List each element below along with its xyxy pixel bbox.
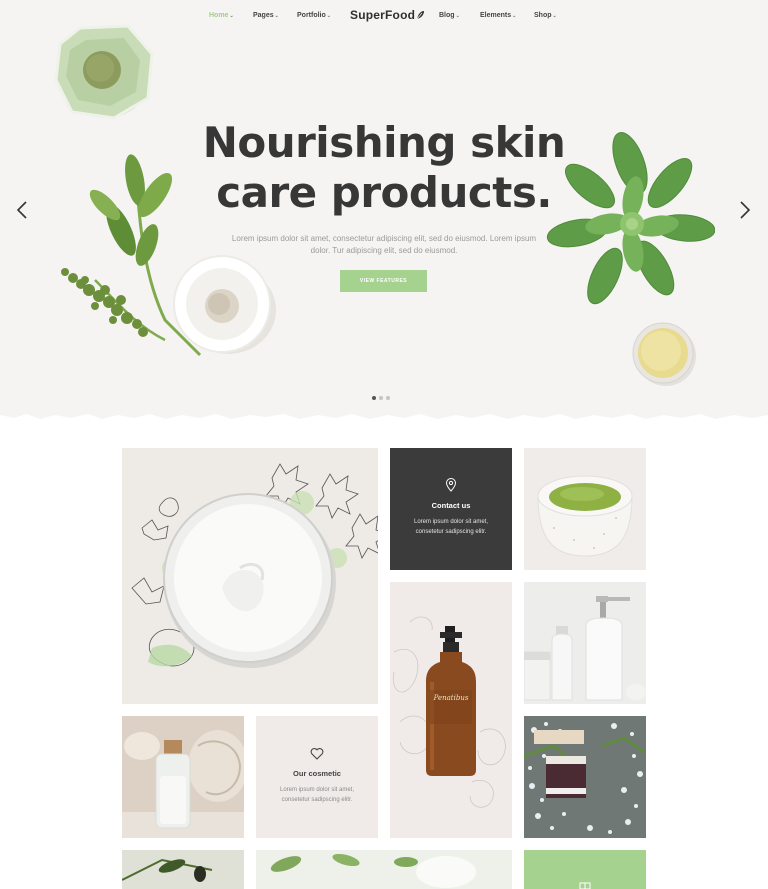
- cosmetic-bottles-tile[interactable]: [524, 582, 646, 704]
- cosmetic-bottles-image: [524, 582, 646, 704]
- cream-jar-tile[interactable]: [122, 448, 378, 704]
- matcha-bowl-image: [537, 475, 633, 557]
- gift-icon: [579, 882, 591, 889]
- chevron-down-icon: ⌄: [326, 13, 331, 19]
- nav-item-home[interactable]: Home⌄: [209, 12, 234, 19]
- salt-jar-tile[interactable]: [524, 716, 646, 838]
- torn-paper-divider: [0, 414, 768, 429]
- slider-dot[interactable]: [386, 396, 390, 400]
- green-bowl-image: [54, 24, 154, 120]
- nav-item-portfolio[interactable]: Portfolio⌄: [297, 12, 331, 19]
- slider-dot[interactable]: [372, 396, 376, 400]
- arrow-right-icon[interactable]: [735, 200, 755, 220]
- chevron-down-icon: ⌄: [274, 13, 279, 19]
- green-promo-tile[interactable]: [524, 850, 646, 889]
- olive-branch-image: [122, 858, 213, 882]
- hero-title: Nourishing skin care products.: [202, 118, 566, 217]
- contact-us-text: Lorem ipsum dolor sit amet, consetetur sa…: [413, 519, 489, 535]
- salt-jar-image: [524, 716, 646, 838]
- our-cosmetic-title: Our cosmetic: [293, 769, 341, 778]
- olive-tile[interactable]: [122, 850, 244, 889]
- amber-bottle-image: [392, 616, 506, 808]
- heart-icon: [310, 747, 324, 760]
- amber-bottle-tile[interactable]: Penatibus: [390, 582, 512, 838]
- shell-jar-tile[interactable]: [122, 716, 244, 838]
- slider-dot[interactable]: [379, 396, 383, 400]
- cream-jar-image: [131, 463, 378, 668]
- nav-item-shop[interactable]: Shop⌄: [534, 12, 557, 19]
- our-cosmetic-tile[interactable]: Our cosmetic Lorem ipsum dolor sit amet,…: [256, 716, 378, 838]
- chevron-down-icon: ⌄: [229, 13, 234, 19]
- location-pin-icon: [445, 478, 457, 492]
- nav-item-pages[interactable]: Pages⌄: [253, 12, 279, 19]
- nav-item-elements[interactable]: Elements⌄: [480, 12, 516, 19]
- contact-us-tile[interactable]: Contact us Lorem ipsum dolor sit amet, co…: [390, 448, 512, 570]
- nav-item-blog[interactable]: Blog⌄: [439, 12, 460, 19]
- hero-subtitle: Lorem ipsum dolor sit amet, consectetur …: [231, 234, 537, 255]
- leaf-icon: [416, 11, 425, 20]
- powder-bowl-image: [173, 255, 276, 354]
- arrow-left-icon[interactable]: [12, 200, 32, 220]
- herbs-tile[interactable]: [256, 850, 512, 889]
- balm-tin-image: [632, 322, 696, 386]
- hero-slider: Home⌄ Pages⌄ Portfolio⌄ SuperFood Blog⌄ …: [0, 0, 768, 420]
- our-cosmetic-text: Lorem ipsum dolor sit amet, consetetur sa…: [279, 787, 355, 803]
- view-features-button[interactable]: VIEW FEATURES: [340, 270, 427, 292]
- shell-jar-image: [122, 716, 244, 838]
- bottle-label: Penatibus: [433, 694, 469, 702]
- chevron-down-icon: ⌄: [512, 13, 517, 19]
- herbs-image: [270, 853, 476, 888]
- site-logo[interactable]: SuperFood: [350, 8, 425, 22]
- chevron-down-icon: ⌄: [455, 13, 460, 19]
- matcha-bowl-tile[interactable]: [524, 448, 646, 570]
- slider-pagination: [372, 396, 390, 400]
- chevron-down-icon: ⌄: [552, 13, 557, 19]
- contact-us-title: Contact us: [431, 501, 471, 510]
